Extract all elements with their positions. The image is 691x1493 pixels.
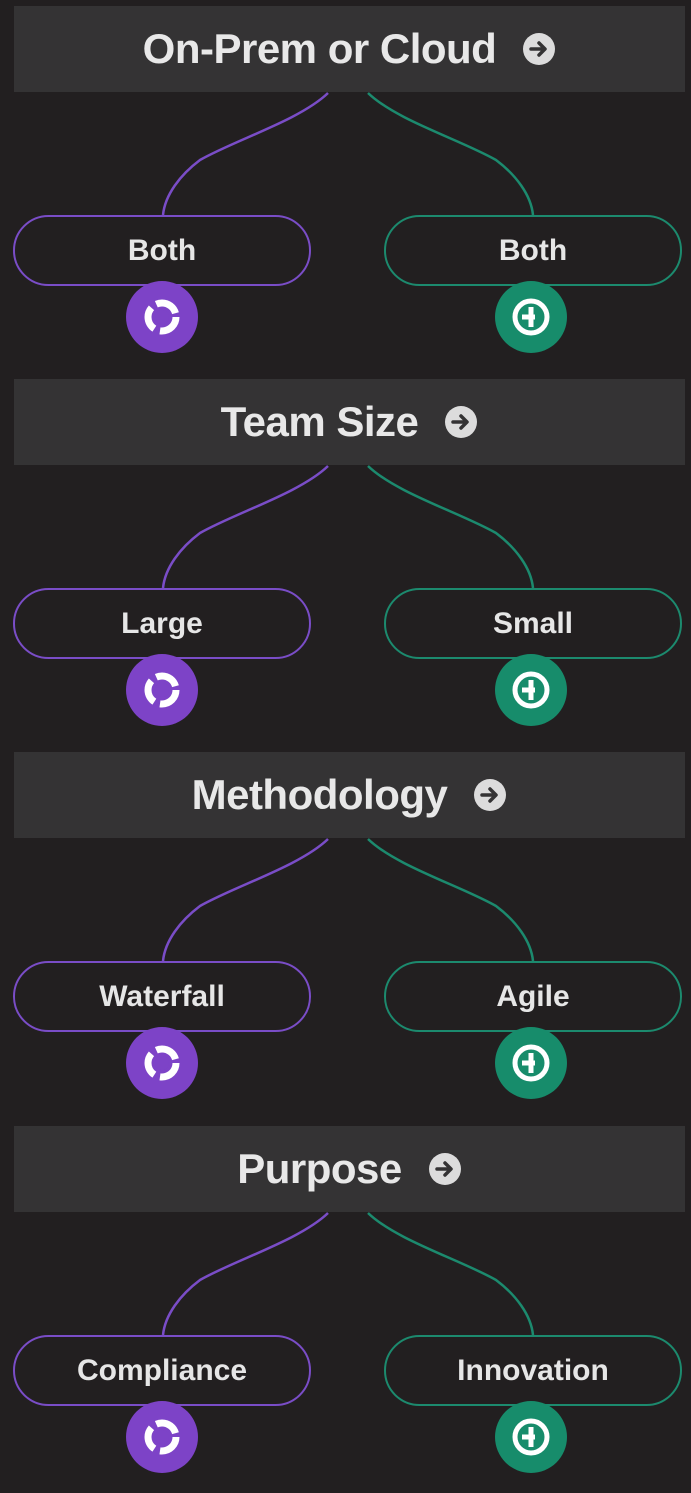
green-split-icon [495,1401,567,1473]
purple-cycle-icon [126,1401,198,1473]
green-split-icon [495,1027,567,1099]
green-split-icon [495,654,567,726]
option-right-label: Innovation [457,1353,609,1387]
option-right-pill[interactable]: Innovation [384,1335,682,1406]
option-right-pill[interactable]: Agile [384,961,682,1032]
option-right-label: Agile [496,979,570,1013]
arrow-right-icon [445,406,478,438]
option-left-pill[interactable]: Large [13,588,311,659]
option-right-pill[interactable]: Both [384,215,682,286]
criterion-section: Methodology Waterfall Agile [0,746,691,1119]
option-right-pill[interactable]: Small [384,588,682,659]
option-left-label: Compliance [76,1353,248,1387]
criterion-title: Team Size [220,398,419,445]
criterion-section: Purpose Compliance Innovation [0,1120,691,1493]
criterion-header[interactable]: On-Prem or Cloud [14,6,685,92]
arrow-right-icon [474,779,507,811]
purple-cycle-icon [126,654,198,726]
option-right-label: Both [498,233,568,267]
comparison-tree: On-Prem or Cloud Both Both Team Size Lar… [0,0,691,1473]
option-right-label: Small [492,606,574,640]
arrow-right-icon [523,33,556,65]
option-left-pill[interactable]: Compliance [13,1335,311,1406]
option-left-label: Large [121,606,203,640]
option-left-pill[interactable]: Waterfall [13,961,311,1032]
criterion-title: Methodology [191,771,448,818]
arrow-right-icon [428,1153,461,1185]
option-left-pill[interactable]: Both [13,215,311,286]
criterion-header[interactable]: Purpose [14,1126,685,1212]
purple-cycle-icon [126,281,198,353]
green-split-icon [495,281,567,353]
criterion-section: Team Size Large Small [0,373,691,746]
criterion-title: Purpose [237,1145,402,1192]
criterion-title: On-Prem or Cloud [142,25,497,72]
option-left-label: Waterfall [99,979,225,1013]
purple-cycle-icon [126,1027,198,1099]
option-left-label: Both [127,233,197,267]
criterion-header[interactable]: Methodology [14,752,685,838]
criterion-section: On-Prem or Cloud Both Both [0,0,691,373]
criterion-header[interactable]: Team Size [14,379,685,465]
